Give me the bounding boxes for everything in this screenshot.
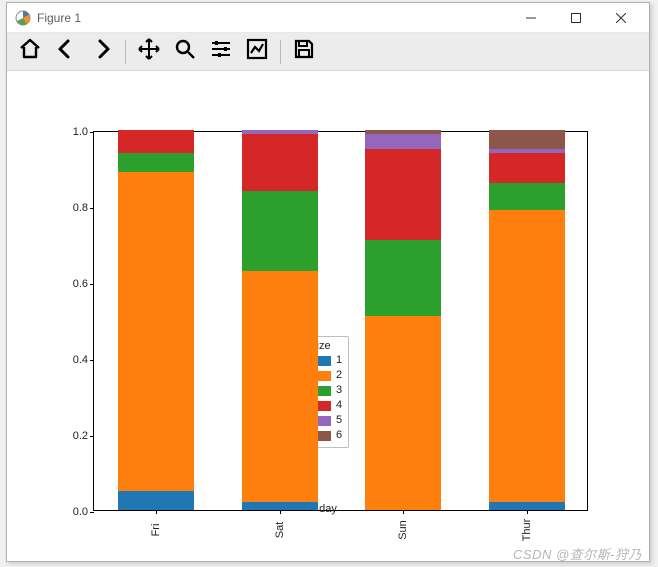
bar-segment [242,191,318,271]
matplotlib-icon [15,10,31,26]
x-tick-mark [403,510,404,514]
titlebar: Figure 1 [7,3,649,33]
pan-button[interactable] [132,35,166,69]
bar-segment [489,183,565,210]
bar-segment [365,134,441,149]
legend-label: 6 [336,428,342,443]
x-tick-label: Sat [274,522,286,539]
y-tick-label: 0.2 [73,430,88,442]
zoom-button[interactable] [168,35,202,69]
minimize-button[interactable] [508,3,553,33]
maximize-button[interactable] [553,3,598,33]
bar-Sun [365,130,441,510]
y-tick-mark [90,208,94,209]
bar-segment [365,316,441,510]
bar-segment [365,149,441,240]
bar-segment [118,153,194,172]
y-tick-label: 0.0 [73,506,88,518]
sliders-icon [209,37,233,66]
configure-subplots-button[interactable] [204,35,238,69]
toolbar-separator [125,40,126,64]
figure-canvas[interactable]: size 123456 0.00.20.40.60.81.0FriSatSunT… [7,71,649,561]
y-tick-label: 0.8 [73,202,88,214]
bar-Sat [242,130,318,510]
home-icon [18,37,42,66]
x-axis-label: day [319,503,337,515]
figure-window: Figure 1 [6,2,650,562]
legend-label: 5 [336,413,342,428]
arrow-right-icon [90,37,114,66]
bar-segment [118,130,194,153]
move-icon [137,37,161,66]
y-tick-mark [90,360,94,361]
bar-segment [118,172,194,491]
bar-Thur [489,130,565,510]
bar-Fri [118,130,194,510]
bar-segment [489,502,565,510]
bar-segment [365,130,441,134]
bar-segment [489,130,565,149]
close-button[interactable] [598,3,643,33]
y-tick-mark [90,284,94,285]
bar-segment [489,210,565,503]
save-button[interactable] [287,35,321,69]
matplotlib-toolbar [7,33,649,71]
legend-label: 2 [336,368,342,383]
watermark: CSDN @查尔斯-狩乃 [513,544,642,563]
zoom-icon [173,37,197,66]
chart-line-icon [245,37,269,66]
x-tick-mark [280,510,281,514]
bar-segment [118,491,194,510]
back-button[interactable] [49,35,83,69]
legend-label: 3 [336,383,342,398]
bar-segment [242,271,318,503]
x-tick-mark [527,510,528,514]
y-tick-label: 1.0 [73,126,88,138]
forward-button[interactable] [85,35,119,69]
y-tick-label: 0.6 [73,278,88,290]
bar-segment [489,153,565,183]
edit-axes-button[interactable] [240,35,274,69]
x-tick-mark [156,510,157,514]
y-tick-mark [90,132,94,133]
bar-segment [242,502,318,510]
arrow-left-icon [54,37,78,66]
bar-segment [365,240,441,316]
bar-segment [242,134,318,191]
x-tick-label: Thur [521,519,533,542]
axes: size 123456 0.00.20.40.60.81.0FriSatSunT… [93,131,588,511]
save-icon [292,37,316,66]
home-button[interactable] [13,35,47,69]
legend-label: 1 [336,353,342,368]
y-tick-mark [90,512,94,513]
y-tick-label: 0.4 [73,354,88,366]
bar-segment [489,149,565,153]
y-tick-mark [90,436,94,437]
legend-label: 4 [336,398,342,413]
window-title: Figure 1 [37,11,508,25]
x-tick-label: Fri [150,524,162,537]
bar-segment [242,130,318,134]
toolbar-separator [280,40,281,64]
x-tick-label: Sun [397,520,409,540]
